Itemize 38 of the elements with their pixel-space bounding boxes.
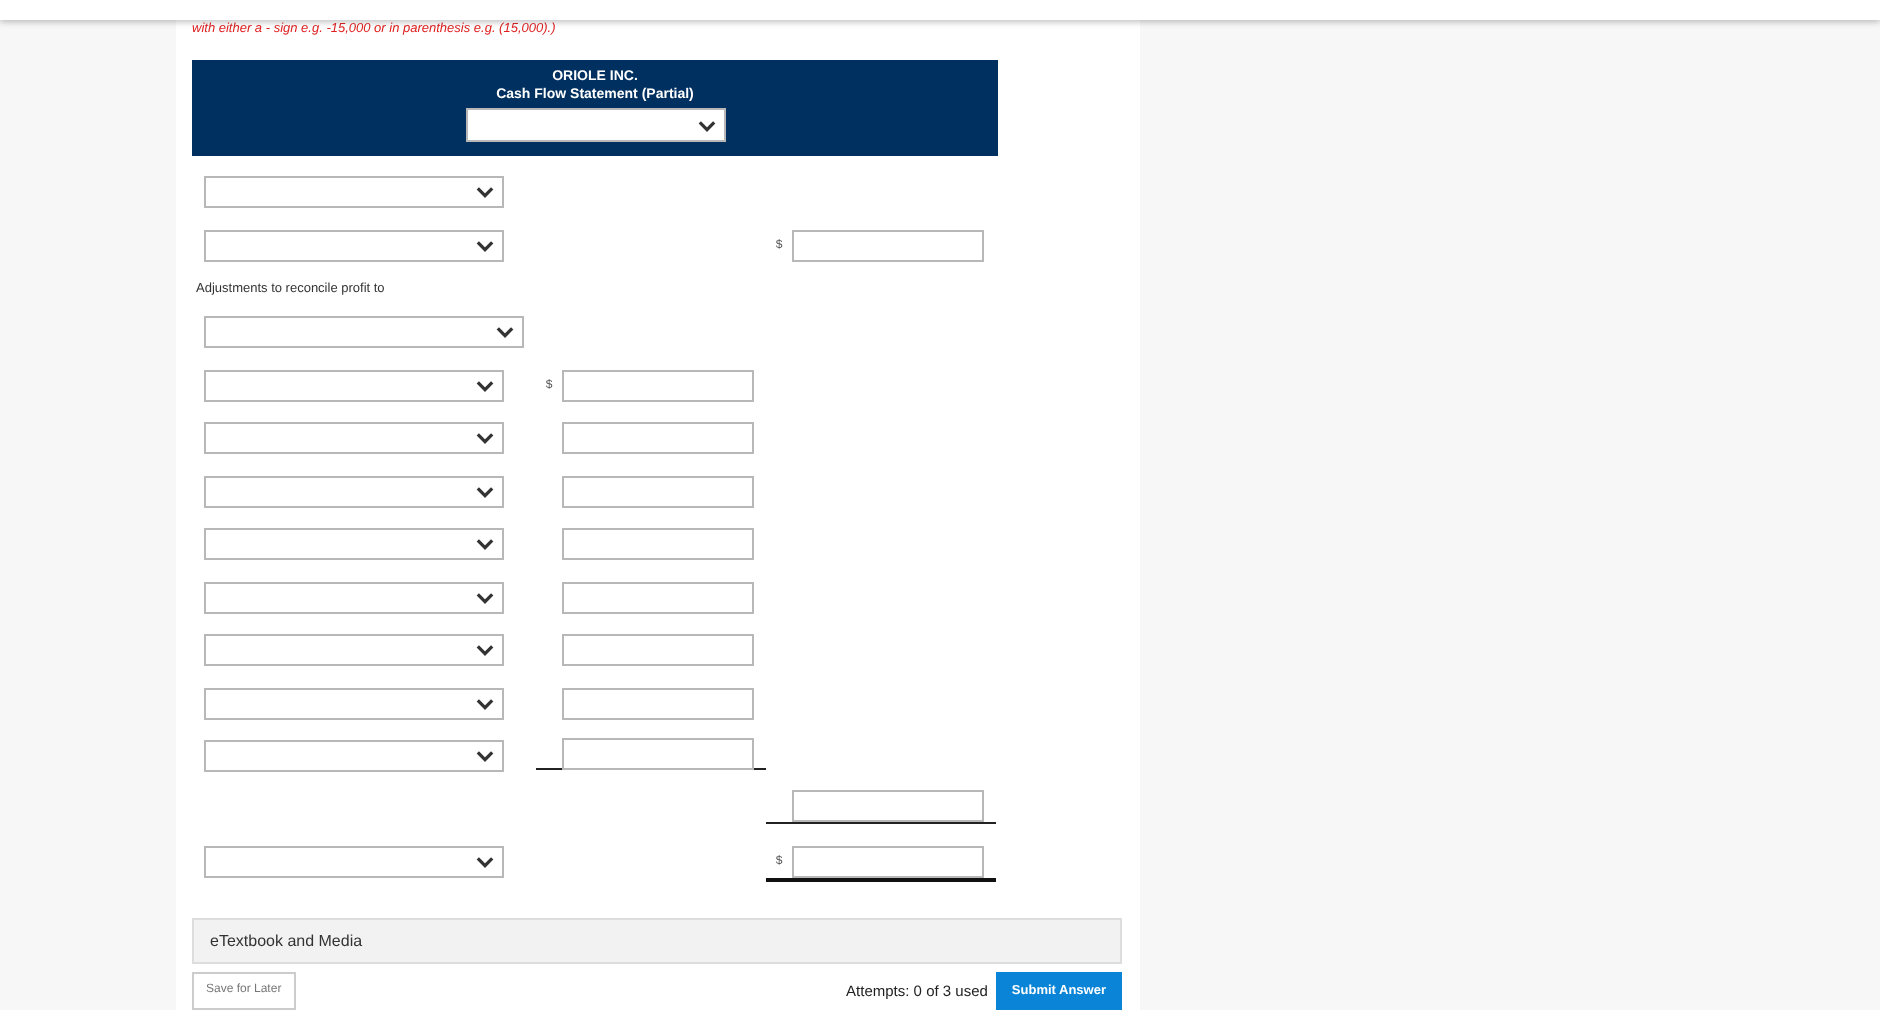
- chevron-icon: [476, 644, 494, 657]
- account-dropdown[interactable]: [204, 475, 504, 508]
- chevron-icon: [476, 538, 494, 551]
- amount-field[interactable]: [562, 475, 754, 508]
- account-dropdown[interactable]: [204, 846, 504, 879]
- chevron-icon: [476, 856, 494, 869]
- chevron-icon: [476, 485, 494, 498]
- chevron-icon: [496, 326, 514, 339]
- account-dropdown[interactable]: [204, 316, 524, 349]
- account-dropdown[interactable]: [204, 422, 504, 455]
- total-field[interactable]: [792, 845, 984, 877]
- resources-bar[interactable]: eTextbook and Media: [192, 917, 1122, 963]
- amount-field[interactable]: [562, 581, 754, 614]
- account-dropdown[interactable]: [204, 740, 504, 773]
- account-dropdown[interactable]: [204, 687, 504, 720]
- chevron-icon: [476, 697, 494, 710]
- amount-field[interactable]: [562, 634, 754, 667]
- account-dropdown[interactable]: [204, 634, 504, 667]
- account-dropdown[interactable]: [204, 528, 504, 561]
- total-field[interactable]: [792, 229, 984, 262]
- amount-field[interactable]: [562, 737, 754, 769]
- chevron-icon: [476, 379, 494, 392]
- chevron-icon: [476, 186, 494, 199]
- chevron-icon: [476, 432, 494, 445]
- period-dropdown[interactable]: [465, 108, 725, 142]
- chevron-icon: [476, 591, 494, 604]
- chevron-icon: [697, 119, 715, 131]
- account-dropdown[interactable]: [204, 581, 504, 614]
- account-dropdown[interactable]: [204, 229, 504, 262]
- amount-field[interactable]: [562, 422, 754, 455]
- account-dropdown[interactable]: [204, 369, 504, 402]
- amount-field[interactable]: [562, 369, 754, 402]
- chevron-icon: [476, 239, 494, 252]
- amount-field[interactable]: [562, 687, 754, 720]
- chevron-icon: [476, 750, 494, 763]
- account-dropdown[interactable]: [204, 176, 504, 209]
- amount-field[interactable]: [562, 528, 754, 561]
- total-field[interactable]: [792, 790, 984, 822]
